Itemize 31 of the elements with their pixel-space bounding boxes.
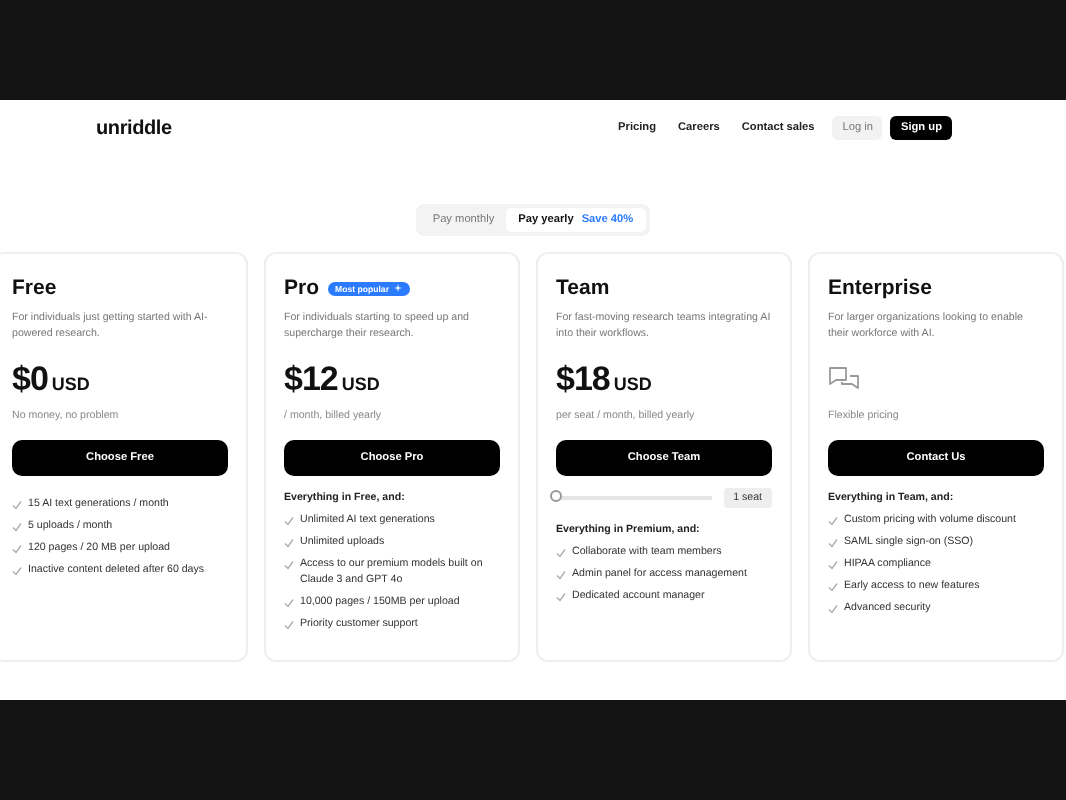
check-icon: [828, 537, 838, 547]
currency-label: USD: [51, 374, 90, 394]
currency-label: USD: [613, 374, 652, 394]
check-icon: [828, 603, 838, 613]
check-icon: [284, 537, 294, 547]
check-icon: [556, 591, 566, 601]
check-icon: [828, 559, 838, 569]
plan-title: Pro: [284, 276, 320, 300]
plan-title: Team: [556, 276, 610, 300]
check-icon: [828, 581, 838, 591]
check-icon: [284, 559, 294, 569]
currency-label: USD: [341, 374, 380, 394]
check-icon: [284, 515, 294, 525]
plan-price: $12: [284, 360, 338, 400]
check-icon: [12, 565, 22, 575]
check-icon: [12, 521, 22, 531]
logo[interactable]: unriddle: [96, 117, 597, 139]
check-icon: [556, 547, 566, 557]
check-icon: [12, 499, 22, 509]
check-icon: [284, 597, 294, 607]
check-icon: [828, 515, 838, 525]
plan-title: Enterprise: [828, 276, 932, 300]
plan-title: Free: [12, 276, 57, 300]
check-icon: [556, 569, 566, 579]
plan-price: $0: [12, 360, 48, 400]
chat-icon: [828, 366, 860, 394]
check-icon: [284, 619, 294, 629]
plan-price: $18: [556, 360, 610, 400]
sparkle-icon: [393, 284, 401, 292]
slider-thumb[interactable]: [550, 490, 562, 502]
check-icon: [12, 543, 22, 553]
